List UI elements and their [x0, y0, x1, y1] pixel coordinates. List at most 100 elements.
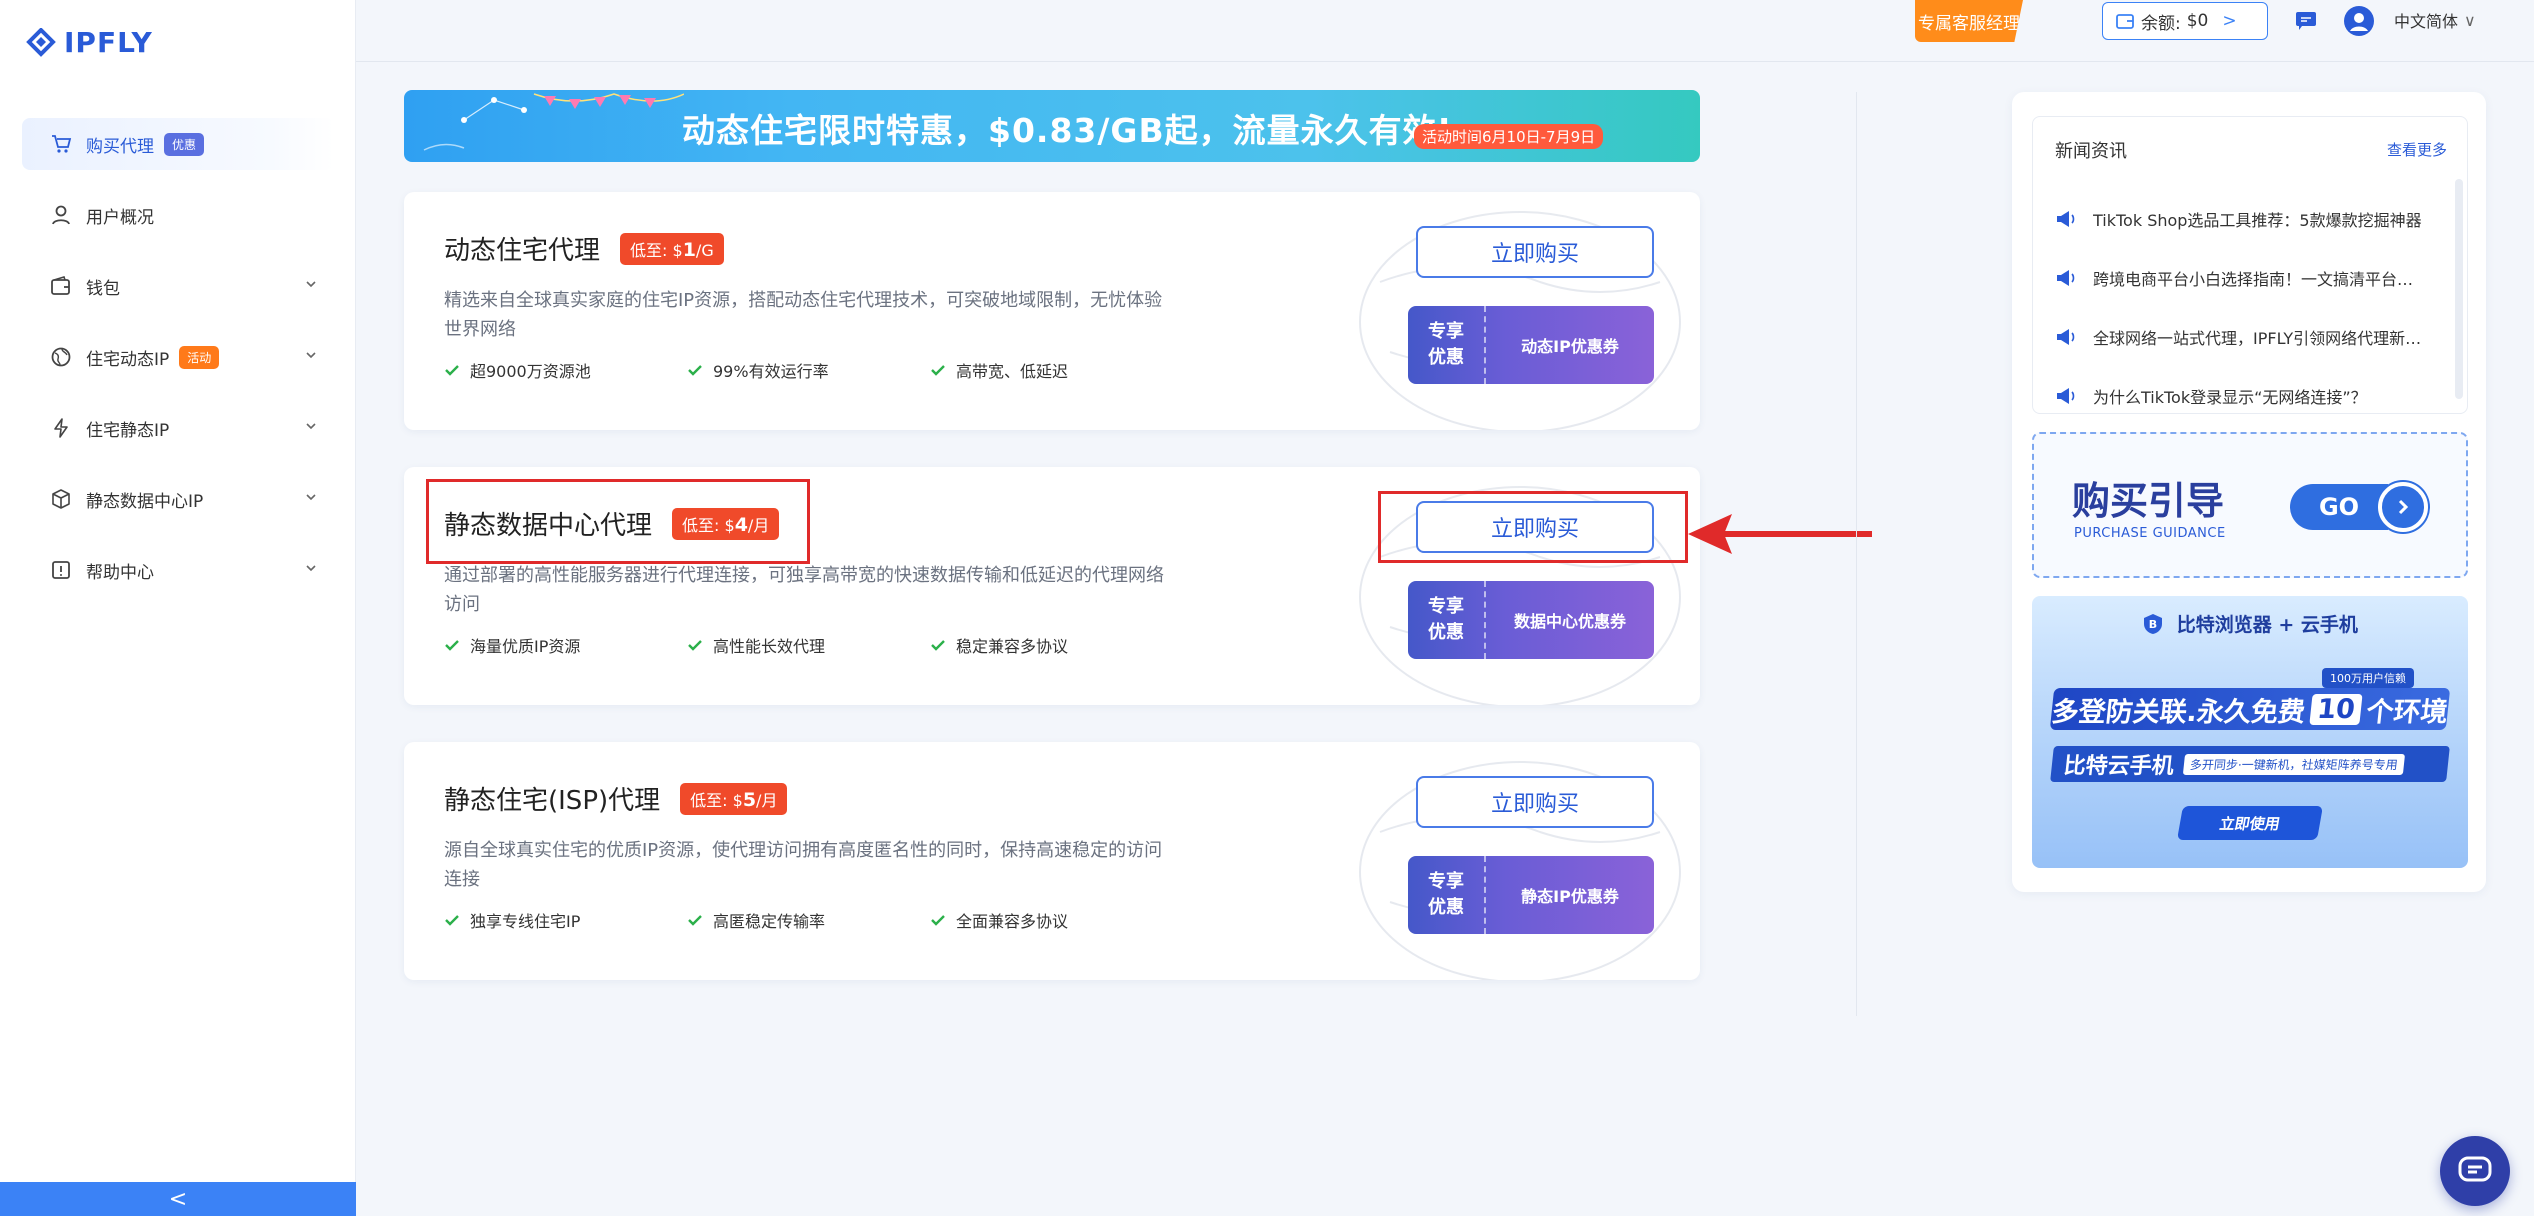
news-panel: 新闻资讯 查看更多 TikTok Shop选品工具推荐：5款爆款挖掘神器 跨境电… [2032, 116, 2468, 414]
chevron-down-icon[interactable] [304, 490, 318, 504]
feature-label: 独享专线住宅IP [470, 912, 581, 931]
coupon-left-line: 专享 [1428, 871, 1464, 892]
promo-try-button[interactable]: 立即使用 [2177, 806, 2323, 840]
feature-item: 99%有效运行率 [687, 358, 930, 382]
coupon-label: 静态IP优惠券 [1521, 887, 1619, 906]
globe-icon [50, 346, 72, 368]
price-unit: /G [695, 240, 714, 260]
chat-support-button[interactable] [2440, 1136, 2510, 1206]
purchase-guide-card[interactable]: 购买引导 PURCHASE GUIDANCE GO [2032, 432, 2468, 578]
sidebar-collapse-button[interactable]: < [0, 1182, 356, 1216]
check-icon [688, 915, 702, 926]
balance-button[interactable]: 余额: $0 > [2102, 2, 2268, 40]
language-selector[interactable]: 中文简体 ∨ [2394, 8, 2476, 32]
megaphone-icon [2057, 328, 2075, 345]
news-item[interactable]: 跨境电商平台小白选择指南！一文搞清平台… [2055, 248, 2447, 307]
promo-headline-number: 10 [2309, 693, 2363, 725]
sidebar-item-buy-proxy[interactable]: 购买代理 优惠 [22, 118, 334, 170]
brand-logo[interactable]: IPFLY [26, 26, 153, 59]
promo-brand-text: 比特浏览器 + 云手机 [2176, 614, 2358, 636]
check-icon [688, 640, 702, 651]
sidebar-item-dynamic-residential[interactable]: 住宅动态IP 活动 [22, 331, 334, 383]
coupon-label: 数据中心优惠券 [1513, 612, 1626, 631]
news-more-link[interactable]: 查看更多 [2387, 139, 2447, 160]
guide-title: 购买引导 [2072, 479, 2225, 523]
feature-label: 高匿稳定传输率 [713, 912, 826, 931]
feature-item: 高带宽、低延迟 [930, 358, 1173, 382]
news-item[interactable]: 为什么TikTok登录显示“无网络连接”？ [2055, 366, 2447, 425]
news-title: 新闻资讯 [2055, 141, 2127, 162]
help-book-icon [50, 559, 72, 581]
sidebar-item-user-overview[interactable]: 用户概况 [22, 189, 334, 241]
sidebar-item-label: 帮助中心 [86, 562, 154, 583]
feature-label: 高性能长效代理 [713, 637, 826, 656]
coupon-left-line: 专享 [1428, 321, 1464, 342]
sidebar-item-static-datacenter[interactable]: 静态数据中心IP [22, 473, 334, 525]
feature-item: 独享专线住宅IP [444, 908, 687, 932]
language-label: 中文简体 [2394, 12, 2459, 31]
user-icon [50, 204, 72, 226]
news-item[interactable]: TikTok Shop选品工具推荐：5款爆款挖掘神器 [2055, 189, 2447, 248]
feature-label: 99%有效运行率 [713, 362, 829, 381]
coupon-left-line: 专享 [1428, 596, 1464, 617]
chat-bubble-icon [2458, 1156, 2492, 1182]
chevron-down-icon[interactable] [304, 561, 318, 575]
coupon-label: 动态IP优惠券 [1521, 337, 1619, 356]
check-icon [931, 915, 945, 926]
go-button[interactable]: GO [2290, 482, 2428, 532]
chevron-down-icon[interactable] [304, 419, 318, 433]
wallet-icon [2116, 14, 2134, 29]
message-icon[interactable] [2294, 8, 2318, 32]
check-icon [688, 365, 702, 376]
promo-subline-tag: 多开同步·一键新机，社媒矩阵养号专用 [2182, 753, 2405, 775]
avatar-icon[interactable] [2344, 6, 2374, 36]
feature-label: 海量优质IP资源 [470, 637, 581, 656]
price-badge: 低至: $5/月 [680, 782, 788, 815]
guide-subtitle: PURCHASE GUIDANCE [2074, 526, 2226, 541]
sidebar-item-wallet[interactable]: 钱包 [22, 260, 334, 312]
promo-user-tag: 100万用户信赖 [2322, 668, 2414, 688]
news-scrollbar[interactable] [2455, 179, 2463, 399]
coupon-button[interactable]: 专享 优惠 动态IP优惠券 [1408, 306, 1654, 384]
product-title-text: 动态住宅代理 [444, 236, 601, 266]
annotation-arrow-icon [1688, 514, 1872, 554]
feature-item: 全面兼容多协议 [930, 908, 1173, 932]
product-card-dynamic-residential: 动态住宅代理 低至: $1/G 精选来自全球真实家庭的住宅IP资源，搭配动态住宅… [404, 192, 1700, 430]
coupon-button[interactable]: 专享 优惠 静态IP优惠券 [1408, 856, 1654, 934]
chevron-down-icon[interactable] [304, 348, 318, 362]
buy-now-button[interactable]: 立即购买 [1416, 226, 1654, 278]
go-label: GO [2290, 484, 2388, 530]
arrow-right-icon [2378, 482, 2428, 532]
feature-item: 稳定兼容多协议 [930, 633, 1173, 657]
sidebar-nav: 购买代理 优惠 用户概况 钱包 住宅动态IP 活动 住宅静态IP 静态数据中心I… [22, 118, 334, 615]
check-icon [445, 915, 459, 926]
coupon-button[interactable]: 专享 优惠 数据中心优惠券 [1408, 581, 1654, 659]
feature-label: 超9000万资源池 [470, 362, 591, 381]
product-description: 精选来自全球真实家庭的住宅IP资源，搭配动态住宅代理技术，可突破地域限制，无忧体… [444, 290, 1163, 340]
news-list: TikTok Shop选品工具推荐：5款爆款挖掘神器 跨境电商平台小白选择指南！… [2055, 189, 2447, 425]
bolt-icon [50, 417, 72, 439]
product-description: 通过部署的高性能服务器进行代理连接，可独享高带宽的快速数据传输和低延迟的代理网络… [444, 565, 1164, 615]
chevron-down-icon[interactable] [304, 277, 318, 291]
check-icon [931, 365, 945, 376]
news-item[interactable]: 全球网络一站式代理，IPFLY引领网络代理新… [2055, 307, 2447, 366]
ipfly-logo-icon [26, 27, 56, 57]
sidebar-item-label: 购买代理 [86, 136, 154, 157]
promo-headline-post: 个环境 [2364, 696, 2450, 728]
banner-date: 活动时间6月10日-7月9日 [1414, 124, 1604, 149]
brand-name: IPFLY [64, 26, 153, 59]
product-title-text: 静态住宅(ISP)代理 [444, 786, 661, 816]
chevron-down-icon: ∨ [2464, 10, 2476, 30]
sidebar-item-help-center[interactable]: 帮助中心 [22, 544, 334, 596]
bitbrowser-promo-banner[interactable]: B 比特浏览器 + 云手机 100万用户信赖 多登防关联.永久免费 10 个环境… [2032, 596, 2468, 868]
feature-item: 海量优质IP资源 [444, 633, 687, 657]
buy-now-button[interactable]: 立即购买 [1416, 776, 1654, 828]
news-item-title: 全球网络一站式代理，IPFLY引领网络代理新… [2093, 328, 2422, 348]
discount-badge: 优惠 [164, 132, 205, 156]
promo-banner[interactable]: 动态住宅限时特惠，$0.83/GB起，流量永久有效! 活动时间6月10日-7月9… [404, 90, 1700, 162]
check-icon [931, 640, 945, 651]
customer-manager-button[interactable]: 专属客服经理 [1915, 0, 2023, 42]
annotation-highlight-title [426, 479, 810, 564]
sidebar-item-static-residential[interactable]: 住宅静态IP [22, 402, 334, 454]
price-badge: 低至: $1/G [620, 232, 724, 265]
